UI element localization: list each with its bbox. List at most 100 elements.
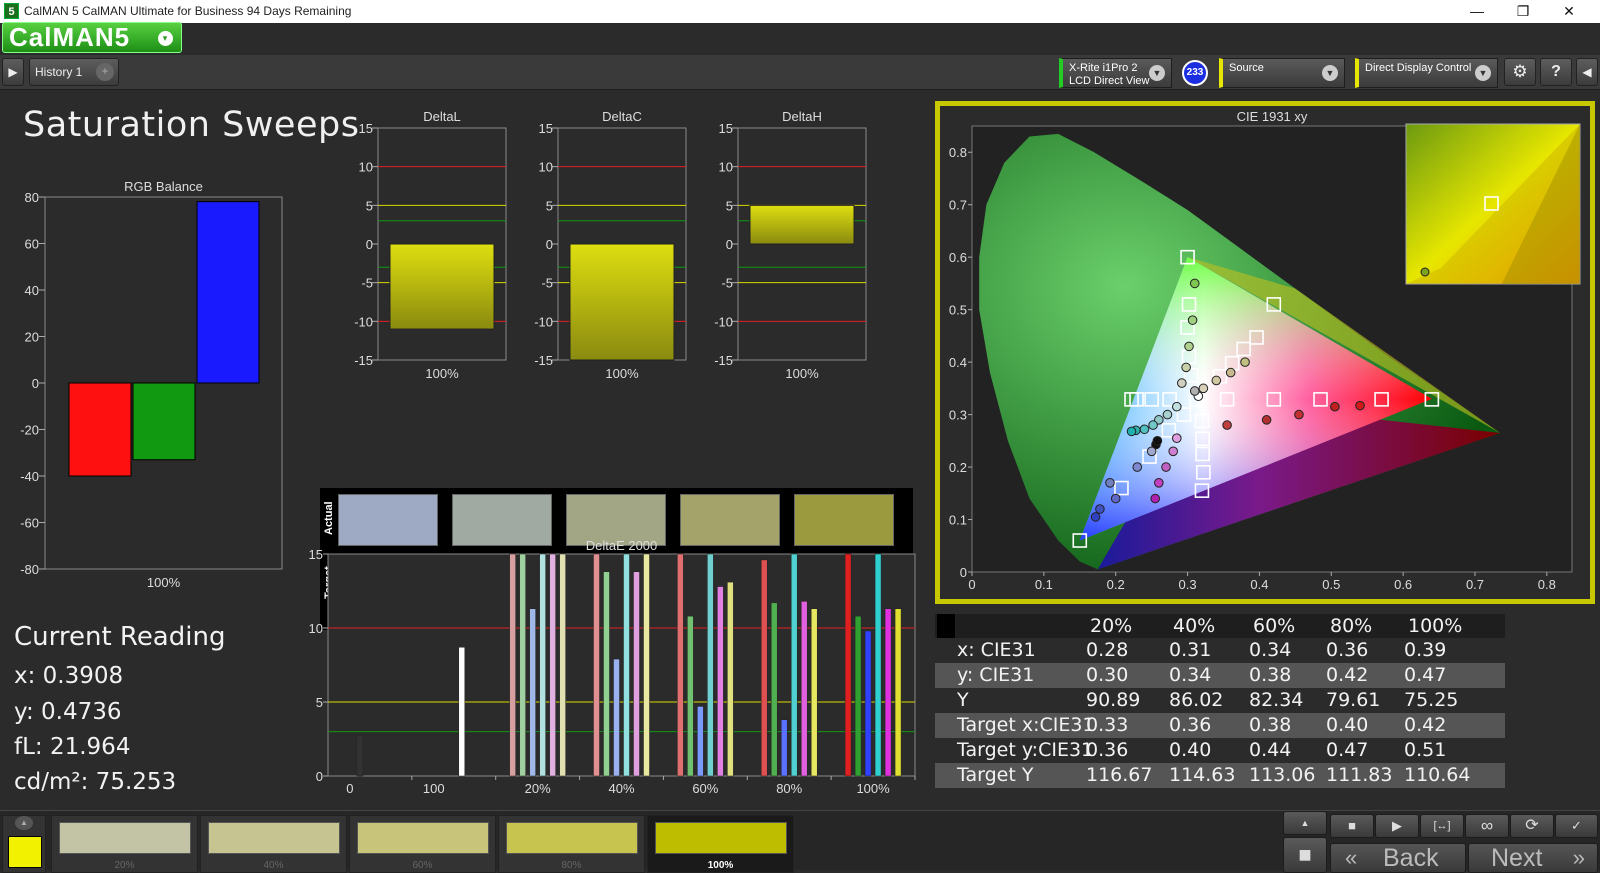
table-cell: 0.39 [1404,639,1447,661]
loop-button[interactable]: ∞ [1465,814,1509,838]
patch-swatch [59,822,191,854]
table-cell: 75.25 [1404,689,1459,711]
patch-button[interactable]: 40% [200,815,347,873]
deltae-bar [844,553,852,777]
loop-icon: ∞ [1480,816,1494,835]
tab-history-1[interactable]: History 1 + [29,58,119,86]
measured-point [1171,433,1182,444]
x-tick-label: 0.3 [1179,577,1197,592]
data-table: 20% 40% 60% 80% 100% x: CIE31 0.28 0.31 0.34 0.36… [935,614,1505,788]
check-icon: ✓ [1571,818,1582,833]
current-color-swatch [8,836,42,868]
confirm-button[interactable]: ✓ [1555,814,1598,838]
measured-point [1146,446,1157,457]
refresh-button[interactable]: ⟳ [1510,814,1554,838]
reading-x: x: 0.3908 [14,663,124,689]
measured-point [1355,400,1365,411]
patch-button[interactable]: 60% [349,815,496,873]
deltae-bar [643,553,650,777]
meter-selector[interactable]: X-Rite i1Pro 2 LCD Direct View ▼ [1059,58,1172,88]
deltae-bar [854,615,862,777]
table-cell: 0.36 [1326,639,1369,661]
x-tick-label: 0.2 [1107,577,1125,592]
patch-button[interactable]: 80% [498,815,645,873]
restore-button[interactable]: ❐ [1500,0,1546,23]
help-icon: ? [1551,63,1561,80]
deltae-bar [559,553,566,777]
cie-1931-chart: CIE 1931 xy 0 0.1 0.2 0.3 0.4 0.5 0.6 0.7 0.8 0.8 0… [949,109,1581,592]
workflow-nav-button[interactable]: ▶ [2,58,24,86]
minimize-button[interactable]: — [1454,0,1500,23]
play-button[interactable]: ▶ [1375,814,1419,838]
y-tick-label: 0.6 [949,250,967,265]
x-axis-label: 100% [785,366,819,381]
measured-point [1161,462,1171,472]
current-color-tile: ▲ [2,815,46,873]
stop-measure-button[interactable]: ■ [1283,837,1327,873]
app-icon: 5 [4,3,19,19]
row-label: y: CIE31 [957,664,1035,686]
measured-point [1222,420,1232,430]
deltae-bar [884,608,892,777]
x-tick-label: 100% [856,781,890,796]
deltae-bar [727,581,734,777]
patch-button[interactable]: 20% [51,815,198,873]
y-tick-label: -5 [361,276,373,291]
display-selector[interactable]: Direct Display Control ▼ [1355,58,1498,88]
column-header: 60% [1253,615,1296,637]
collapse-button[interactable]: ◀ [1576,58,1598,86]
patch-label: 20% [114,860,135,871]
add-tab-icon[interactable]: + [96,63,114,81]
y-tick-label: 0.3 [949,408,967,423]
x-tick-label: 40% [608,781,634,796]
patch-button[interactable]: 100% [647,815,794,873]
measured-point [1168,446,1178,457]
measured-point [1095,504,1105,514]
delta-l-chart: DeltaL 15 10 5 0 -5 -10 -15 100% [354,111,507,381]
refresh-icon: ⟳ [1525,817,1539,834]
up-arrow-button[interactable]: ▲ [1283,811,1327,835]
measured-point [1189,386,1200,396]
deltae-bar [458,646,466,777]
settings-button[interactable]: ⚙ [1504,58,1536,86]
table-cell: 0.36 [1169,714,1212,736]
patch-label: 80% [561,860,582,871]
y-tick-label: 0 [546,237,553,252]
play-icon: ▶ [1392,818,1402,833]
deltae-bar [707,553,714,777]
table-cell: 0.30 [1086,664,1129,686]
y-tick-label: 0.5 [949,303,967,318]
y-tick-label: 15 [309,547,323,562]
source-selector[interactable]: Source ▼ [1219,58,1345,88]
chart-title: DeltaC [602,111,642,124]
deltae-2000-chart: DeltaE 2000 15 10 5 0 0 100 20% 40% 60% 80% 100% [309,539,916,796]
fit-button[interactable]: [↔] [1420,814,1464,838]
close-button[interactable]: ✕ [1546,0,1592,23]
next-button[interactable]: Next » [1468,843,1598,873]
table-row: x: CIE31 0.28 0.31 0.34 0.36 0.39 [935,638,1505,663]
table-cell: 0.40 [1326,714,1369,736]
y-tick-label: 5 [726,198,733,213]
help-button[interactable]: ? [1540,58,1572,86]
inset-measured-point [1420,267,1430,277]
next-arrow-icon: » [1572,845,1585,870]
deltae-bar [697,706,704,777]
stop-button[interactable]: ■ [1330,814,1374,838]
y-tick-label: 10 [719,160,733,175]
chart-title: RGB Balance [124,179,203,194]
y-tick-label: 80 [25,190,39,205]
up-icon[interactable]: ▲ [15,816,33,830]
meter-badge[interactable]: 233 [1182,60,1208,86]
measured-point [1184,341,1194,352]
calman-logo-button[interactable]: CalMAN5 ▾ [2,22,182,53]
back-label: Back [1383,844,1439,872]
deltae-bar [549,553,556,777]
patch-swatch [357,822,489,854]
deltae-bar [539,553,546,777]
y-tick-label: -5 [541,276,553,291]
measured-point [1225,367,1236,378]
chart-title: CIE 1931 xy [1237,109,1308,124]
measured-point [1189,278,1200,289]
back-button[interactable]: « Back [1330,843,1466,873]
chart-title: DeltaE 2000 [586,539,658,553]
